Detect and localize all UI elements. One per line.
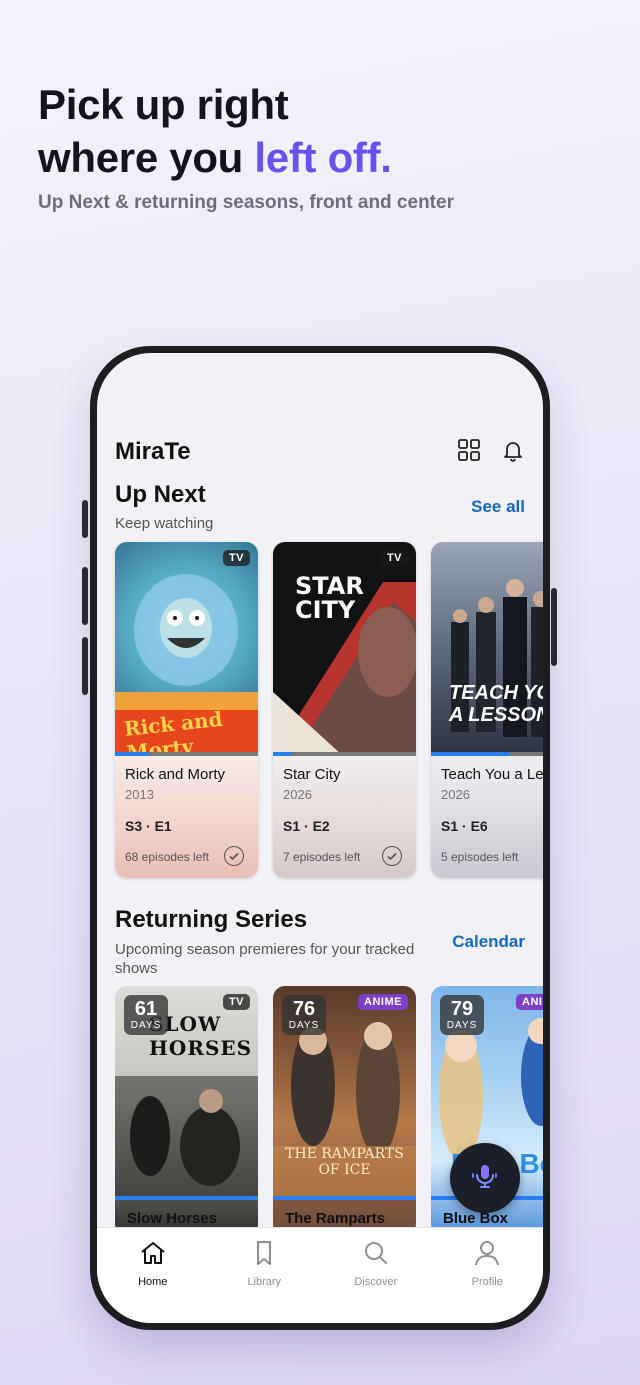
type-badge: ANIME xyxy=(358,994,408,1010)
hero-headline: Pick up right where you left off. xyxy=(38,78,618,184)
tab-label: Home xyxy=(138,1276,168,1288)
tab-profile[interactable]: Profile xyxy=(432,1228,544,1323)
returning-subtitle: Upcoming season premieres for your track… xyxy=(115,941,415,977)
tab-label: Library xyxy=(247,1276,282,1288)
days-label: DAYS xyxy=(446,1020,478,1031)
poster-teach-you-a-lesson: TEACH YOU A LESSON xyxy=(431,542,543,756)
up-next-card[interactable]: Rick and Morty TV Rick and Morty 2013 S3… xyxy=(115,542,258,878)
tab-label: Profile xyxy=(471,1276,503,1288)
next-episode: S1 · E2 xyxy=(283,818,330,834)
bell-icon[interactable] xyxy=(501,438,525,467)
episodes-left: 7 episodes left xyxy=(283,850,361,864)
days-label: DAYS xyxy=(130,1020,162,1031)
tab-label: Discover xyxy=(354,1276,398,1288)
tab-library[interactable]: Library xyxy=(209,1228,321,1323)
up-next-card[interactable]: TEACH YOU A LESSON Teach You a Lesson 20… xyxy=(431,542,543,878)
grid-icon[interactable] xyxy=(457,438,481,467)
episodes-left: 5 episodes left xyxy=(441,850,519,864)
person-icon xyxy=(473,1240,501,1271)
days-count: 79 xyxy=(450,998,474,1020)
check-icon[interactable] xyxy=(382,846,402,866)
show-year: 2013 xyxy=(125,787,154,802)
hero-subtitle: Up Next & returning seasons, front and c… xyxy=(38,192,454,213)
home-icon xyxy=(139,1240,167,1271)
app-name: MiraTe xyxy=(115,438,191,465)
phone-screen: MiraTe Up Next Keep watching See all Ric… xyxy=(97,353,543,1323)
calendar-link[interactable]: Calendar xyxy=(452,932,525,952)
show-title: Slow Horses xyxy=(127,1210,218,1227)
search-icon xyxy=(362,1240,390,1271)
next-episode: S3 · E1 xyxy=(125,818,172,834)
phone-side-button xyxy=(82,500,88,538)
returning-title: Returning Series xyxy=(115,906,308,933)
type-badge: TV xyxy=(222,994,250,1010)
up-next-title: Up Next xyxy=(115,481,206,508)
show-year: 2026 xyxy=(441,787,470,802)
phone-power-button xyxy=(551,588,557,666)
tab-discover[interactable]: Discover xyxy=(320,1228,432,1323)
poster-title: THE RAMPARTS OF ICE xyxy=(285,1146,404,1178)
poster-title: TEACH YOU A LESSON xyxy=(449,682,543,726)
up-next-card[interactable]: STAR CITY TV Star City 2026 S1 · E2 7 ep… xyxy=(273,542,416,878)
show-title: Star City xyxy=(283,766,341,783)
poster-rick-and-morty: Rick and Morty TV xyxy=(115,542,258,756)
hero-line-2-prefix: where you xyxy=(38,134,255,181)
show-title: Blue Box xyxy=(443,1210,509,1227)
days-count: 61 xyxy=(134,998,158,1020)
up-next-row: Rick and Morty TV Rick and Morty 2013 S3… xyxy=(115,542,543,878)
days-count: 76 xyxy=(292,998,316,1020)
show-year: 2026 xyxy=(283,787,312,802)
countdown-badge: 61 DAYS xyxy=(124,995,168,1035)
hero-line-2-accent: left off. xyxy=(254,134,392,181)
hero: Pick up right where you left off. Up Nex… xyxy=(38,78,618,214)
type-badge: ANIME xyxy=(516,994,543,1010)
microphone-icon xyxy=(470,1161,500,1196)
tab-bar: Home Library Discover Profile xyxy=(97,1227,543,1323)
returning-card[interactable]: SLOW HORSES 61 DAYS TV Slow Horses xyxy=(115,986,258,1236)
days-label: DAYS xyxy=(288,1020,320,1031)
phone-volume-up xyxy=(82,567,88,625)
countdown-badge: 79 DAYS xyxy=(440,995,484,1035)
show-title: Rick and Morty xyxy=(125,766,226,783)
show-title: Teach You a Lesson xyxy=(441,766,543,783)
phone-volume-down xyxy=(82,637,88,695)
show-title: The Ramparts xyxy=(285,1210,386,1227)
next-episode: S1 · E6 xyxy=(441,818,488,834)
hero-line-1: Pick up right xyxy=(38,81,289,128)
voice-search-button[interactable] xyxy=(450,1143,520,1213)
bookmark-icon xyxy=(250,1240,278,1271)
returning-card[interactable]: THE RAMPARTS OF ICE 76 DAYS ANIME The Ra… xyxy=(273,986,416,1236)
tab-home[interactable]: Home xyxy=(97,1228,209,1323)
countdown-badge: 76 DAYS xyxy=(282,995,326,1035)
type-badge: TV xyxy=(222,550,250,566)
check-icon[interactable] xyxy=(224,846,244,866)
type-badge: TV xyxy=(380,550,408,566)
top-bar: MiraTe xyxy=(115,437,525,467)
poster-title: STAR CITY xyxy=(295,572,364,624)
see-all-link[interactable]: See all xyxy=(471,497,525,517)
episodes-left: 68 episodes left xyxy=(125,850,210,864)
poster-star-city: STAR CITY TV xyxy=(273,542,416,756)
up-next-subtitle: Keep watching xyxy=(115,515,214,532)
